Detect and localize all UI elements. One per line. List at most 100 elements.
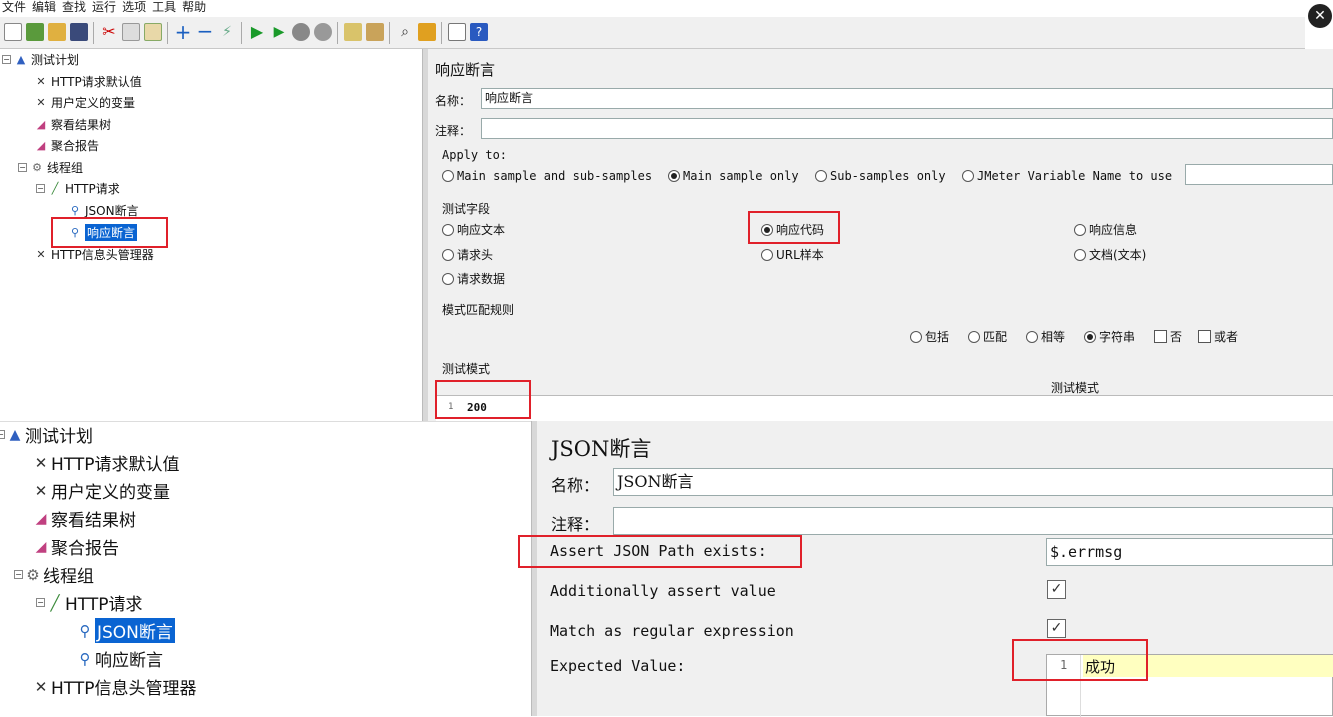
tree-item-test-plan[interactable]: − ▲ 测试计划 <box>0 422 93 447</box>
name-field[interactable]: 响应断言 <box>481 88 1333 109</box>
name-label: 名称： <box>551 476 600 495</box>
test-patterns-label: 测试模式 <box>442 362 491 376</box>
panel-title: JSON断言 <box>551 437 652 461</box>
apply-sub-only[interactable]: Sub-samples only <box>815 169 946 183</box>
rule-equals[interactable]: 相等 <box>1026 328 1065 345</box>
chart-icon: ◢ <box>35 538 47 555</box>
open-icon[interactable] <box>48 23 66 41</box>
comment-field[interactable] <box>481 118 1333 139</box>
panel-title: 响应断言 <box>435 61 496 79</box>
shutdown-icon[interactable] <box>314 23 332 41</box>
pattern-rules-label: 模式匹配规则 <box>442 303 515 317</box>
expand-icon[interactable]: + <box>174 22 192 42</box>
field-url-sample[interactable]: URL样本 <box>761 246 824 263</box>
save-icon[interactable] <box>70 23 88 41</box>
chart-icon: ◢ <box>36 117 46 131</box>
chart-icon: ◢ <box>36 138 46 152</box>
test-patterns-header: 测试模式 <box>1051 381 1100 395</box>
field-group-label: 测试字段 <box>442 202 491 216</box>
response-assertion-panel: 响应断言 名称： 响应断言 注释： Apply to: Main sample … <box>428 49 1333 421</box>
tree-item-user-vars[interactable]: ✕ 用户定义的变量 <box>34 478 170 503</box>
tree-item-aggregate-report[interactable]: ◢ 聚合报告 <box>34 534 119 559</box>
field-response-text[interactable]: 响应文本 <box>442 221 505 238</box>
menu-run[interactable]: 运行 <box>92 0 116 17</box>
tree-item-user-vars[interactable]: ✕ 用户定义的变量 <box>34 94 135 111</box>
function-helper-icon[interactable] <box>448 23 466 41</box>
help-icon[interactable]: ? <box>470 23 488 41</box>
expected-value-label: Expected Value: <box>550 657 686 675</box>
toggle-icon[interactable]: ⚡ <box>218 23 236 41</box>
start-no-pause-icon[interactable]: ▶ <box>270 23 288 41</box>
jmeter-variable-field[interactable] <box>1185 164 1333 185</box>
tree-item-thread-group[interactable]: − ⚙ 线程组 <box>18 159 83 176</box>
close-icon[interactable]: ✕ <box>1308 4 1332 28</box>
wrench-icon: ✕ <box>34 481 48 500</box>
clear-icon[interactable] <box>344 23 362 41</box>
name-label: 名称： <box>435 94 472 108</box>
menu-tools[interactable]: 工具 <box>152 0 176 17</box>
highlight-box <box>51 217 168 248</box>
tree-item-header-manager[interactable]: ✕ HTTP信息头管理器 <box>34 674 197 699</box>
menu-edit[interactable]: 编辑 <box>32 0 56 17</box>
tree-item-test-plan[interactable]: − ▲ 测试计划 <box>2 51 79 68</box>
regex-label: Match as regular expression <box>550 622 794 640</box>
pipette-icon: ╱ <box>51 181 59 195</box>
copy-icon[interactable] <box>122 23 140 41</box>
check-not[interactable]: 否 <box>1154 328 1182 345</box>
menu-search[interactable]: 查找 <box>62 0 86 17</box>
templates-icon[interactable] <box>26 23 44 41</box>
tree-item-response-assertion[interactable]: ⚲ 响应断言 <box>78 646 164 671</box>
tree-item-json-assertion[interactable]: ⚲ JSON断言 <box>78 618 175 643</box>
tree-item-http-request[interactable]: − ╱ HTTP请求 <box>36 590 143 615</box>
menu-file[interactable]: 文件 <box>2 0 26 17</box>
wrench-icon: ✕ <box>36 95 46 109</box>
apply-main-and-sub[interactable]: Main sample and sub-samples <box>442 169 652 183</box>
pipette-icon: ╱ <box>50 593 60 612</box>
menu-options[interactable]: 选项 <box>122 0 146 17</box>
tree-item-http-request[interactable]: − ╱ HTTP请求 <box>36 180 120 197</box>
highlight-box <box>748 211 840 244</box>
field-request-headers[interactable]: 请求头 <box>442 246 493 263</box>
start-icon[interactable]: ▶ <box>248 23 266 41</box>
name-field[interactable]: JSON断言 <box>613 468 1333 496</box>
selected-label: JSON断言 <box>95 618 175 643</box>
tree-item-header-manager[interactable]: ✕ HTTP信息头管理器 <box>34 246 153 263</box>
collapse-icon[interactable]: − <box>196 21 214 41</box>
magnifier-icon: ⚲ <box>70 203 80 217</box>
pattern-editor[interactable]: 1 200 <box>436 395 1333 421</box>
menu-help[interactable]: 帮助 <box>182 0 206 17</box>
comment-label: 注释： <box>551 515 600 534</box>
regex-checkbox[interactable]: ✓ <box>1047 619 1066 638</box>
stop-icon[interactable] <box>292 23 310 41</box>
clear-all-icon[interactable] <box>366 23 384 41</box>
search-icon[interactable]: ⌕ <box>396 23 414 41</box>
highlight-box <box>1012 639 1148 681</box>
paste-icon[interactable] <box>144 23 162 41</box>
flask-icon: ▲ <box>16 52 26 66</box>
tree-item-http-defaults[interactable]: ✕ HTTP请求默认值 <box>34 73 141 90</box>
rule-substring[interactable]: 字符串 <box>1084 328 1135 345</box>
tree-item-results-tree[interactable]: ◢ 察看结果树 <box>34 506 136 531</box>
apply-jmeter-variable[interactable]: JMeter Variable Name to use <box>962 169 1172 183</box>
wrench-icon: ✕ <box>34 453 48 472</box>
apply-main-only[interactable]: Main sample only <box>668 169 799 183</box>
tree-item-http-defaults[interactable]: ✕ HTTP请求默认值 <box>34 450 180 475</box>
field-response-message[interactable]: 响应信息 <box>1074 221 1137 238</box>
flask-icon: ▲ <box>9 426 21 443</box>
additionally-assert-checkbox[interactable]: ✓ <box>1047 580 1066 599</box>
tree-item-aggregate-report[interactable]: ◢ 聚合报告 <box>34 137 99 154</box>
field-document[interactable]: 文档(文本) <box>1074 246 1146 263</box>
cut-icon[interactable]: ✂ <box>100 23 118 41</box>
rule-contains[interactable]: 包括 <box>910 328 949 345</box>
json-path-field[interactable]: $.errmsg <box>1046 538 1333 566</box>
reset-search-icon[interactable] <box>418 23 436 41</box>
rule-matches[interactable]: 匹配 <box>968 328 1007 345</box>
tree-item-thread-group[interactable]: − ⚙ 线程组 <box>14 562 94 587</box>
additionally-assert-label: Additionally assert value <box>550 582 776 600</box>
comment-field[interactable] <box>613 507 1333 535</box>
field-request-data[interactable]: 请求数据 <box>442 270 505 287</box>
new-icon[interactable] <box>4 23 22 41</box>
wrench-icon: ✕ <box>36 247 46 261</box>
tree-item-results-tree[interactable]: ◢ 察看结果树 <box>34 116 111 133</box>
check-or[interactable]: 或者 <box>1198 328 1238 345</box>
